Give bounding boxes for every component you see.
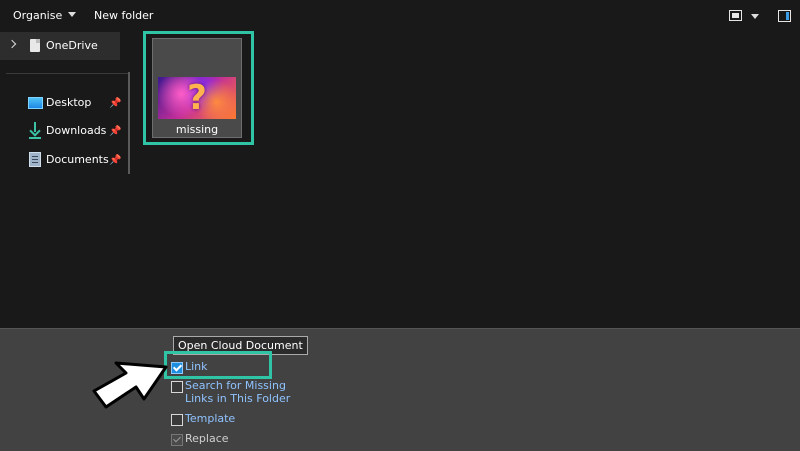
sidebar-divider (6, 73, 130, 74)
sidebar-item-documents[interactable]: Documents 📌 (0, 150, 125, 172)
search-label-line1: Search for Missing (185, 379, 286, 392)
sidebar-item-downloads[interactable]: Downloads 📌 (0, 121, 125, 143)
download-icon (29, 122, 41, 137)
search-label-line2: Links in This Folder (185, 392, 291, 405)
template-label[interactable]: Template (185, 412, 235, 425)
sidebar-item-label: Documents (46, 153, 109, 166)
template-checkbox[interactable] (171, 414, 183, 426)
preview-pane-icon[interactable] (778, 10, 791, 22)
organise-label: Organise (13, 9, 63, 22)
pin-icon: 📌 (109, 126, 122, 137)
sidebar-item-onedrive[interactable]: OneDrive (0, 32, 120, 60)
pointer-arrow-icon (92, 361, 168, 409)
chevron-right-icon[interactable] (7, 39, 17, 49)
pin-icon: 📌 (109, 155, 122, 166)
highlight-box-file (143, 31, 254, 145)
documents-icon (29, 152, 41, 167)
sidebar-item-label: OneDrive (46, 39, 98, 52)
search-missing-links-checkbox[interactable] (171, 381, 183, 393)
navigation-pane: OneDrive Desktop 📌 Downloads 📌 Documents… (0, 32, 137, 328)
view-options-icon[interactable] (729, 10, 742, 21)
search-missing-links-label[interactable]: Search for Missing Links in This Folder (185, 379, 290, 405)
replace-checkbox (171, 434, 183, 446)
sidebar-scrollbar[interactable] (128, 72, 130, 174)
document-icon (30, 39, 40, 52)
highlight-box-link (164, 351, 272, 379)
replace-label: Replace (185, 432, 229, 445)
download-icon-base (29, 137, 41, 139)
pin-icon: 📌 (109, 98, 122, 109)
organise-button[interactable]: Organise (13, 9, 77, 22)
view-options-chevron-icon[interactable] (751, 14, 759, 19)
toolbar: Organise New folder (0, 0, 800, 33)
sidebar-item-desktop[interactable]: Desktop 📌 (0, 93, 125, 115)
sidebar-item-label: Downloads (46, 124, 107, 137)
chevron-down-icon (68, 12, 77, 17)
desktop-icon (28, 97, 43, 109)
new-folder-button[interactable]: New folder (94, 9, 153, 22)
sidebar-item-label: Desktop (46, 96, 92, 109)
